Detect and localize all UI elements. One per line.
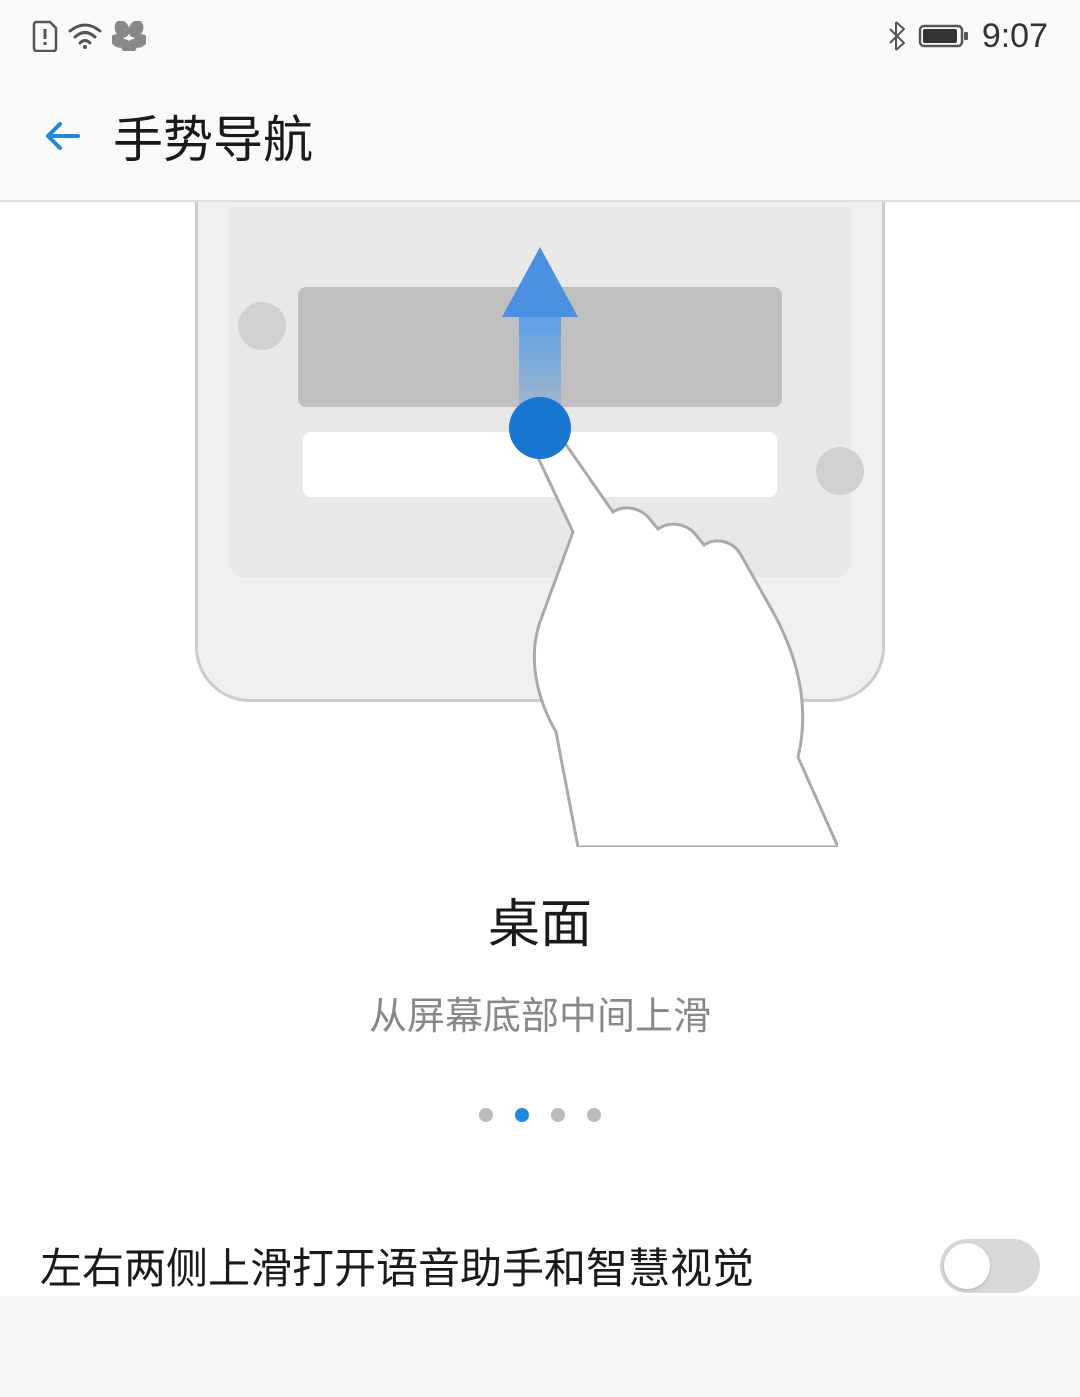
sim-alert-icon <box>32 20 58 52</box>
decorative-dot <box>238 302 286 350</box>
assistant-swipe-setting-row: 左右两侧上滑打开语音助手和智慧视觉 <box>0 1207 1080 1296</box>
touch-point-icon <box>509 397 571 459</box>
tutorial-description: 从屏幕底部中间上滑 <box>0 985 1080 1040</box>
back-arrow-icon <box>40 113 86 159</box>
phone-frame-graphic <box>195 202 885 702</box>
wifi-icon <box>68 23 102 49</box>
huawei-icon <box>112 21 146 51</box>
gesture-illustration[interactable] <box>0 202 1080 722</box>
title-bar: 手势导航 <box>0 72 1080 202</box>
page-indicator[interactable] <box>0 1108 1080 1122</box>
status-time: 9:07 <box>982 17 1048 56</box>
toggle-knob <box>944 1243 990 1289</box>
battery-icon <box>918 22 970 50</box>
page-dot-2[interactable] <box>551 1108 565 1122</box>
setting-label: 左右两侧上滑打开语音助手和智慧视觉 <box>40 1235 754 1296</box>
hand-icon <box>478 397 838 847</box>
assistant-swipe-toggle[interactable] <box>940 1239 1040 1293</box>
page-dot-3[interactable] <box>587 1108 601 1122</box>
status-left <box>32 20 146 52</box>
content-area: 桌面 从屏幕底部中间上滑 左右两侧上滑打开语音助手和智慧视觉 <box>0 202 1080 1296</box>
bluetooth-icon <box>886 20 906 52</box>
back-button[interactable] <box>38 111 88 161</box>
status-right: 9:07 <box>886 17 1048 56</box>
page-title: 手势导航 <box>113 100 313 172</box>
tutorial-title: 桌面 <box>0 882 1080 957</box>
swipe-arrow-head-icon <box>502 247 578 317</box>
tutorial-text: 桌面 从屏幕底部中间上滑 <box>0 882 1080 1040</box>
page-dot-1[interactable] <box>515 1108 529 1122</box>
status-bar: 9:07 <box>0 0 1080 72</box>
page-dot-0[interactable] <box>479 1108 493 1122</box>
